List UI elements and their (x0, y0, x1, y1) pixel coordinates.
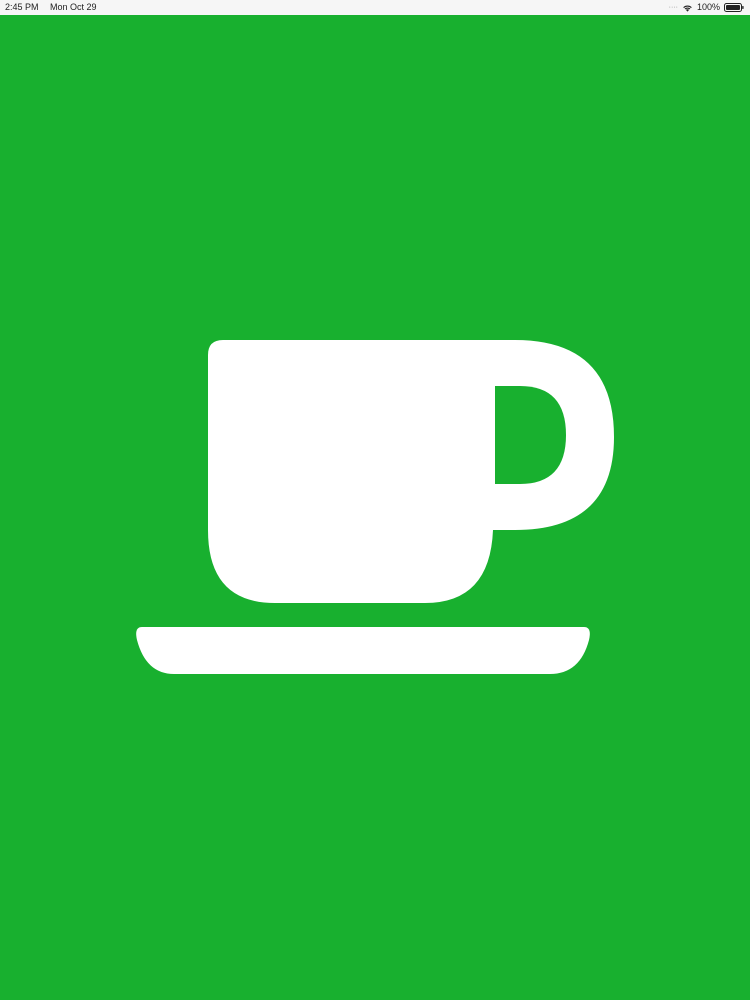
status-right: ···· 100% (669, 0, 744, 15)
coffee-cup-icon (136, 340, 614, 674)
signal-icon: ···· (668, 4, 678, 11)
battery-icon (724, 3, 744, 12)
app-screen: 2:45 PM Mon Oct 29 ···· 100% (0, 0, 750, 1000)
wifi-icon (682, 4, 693, 12)
status-time: 2:45 PM (5, 2, 39, 12)
status-bar: 2:45 PM Mon Oct 29 ···· 100% (0, 0, 750, 15)
status-date: Mon Oct 29 (50, 2, 97, 12)
status-left: 2:45 PM Mon Oct 29 (5, 0, 97, 15)
battery-percent: 100% (696, 2, 720, 12)
splash-screen (0, 15, 750, 1000)
